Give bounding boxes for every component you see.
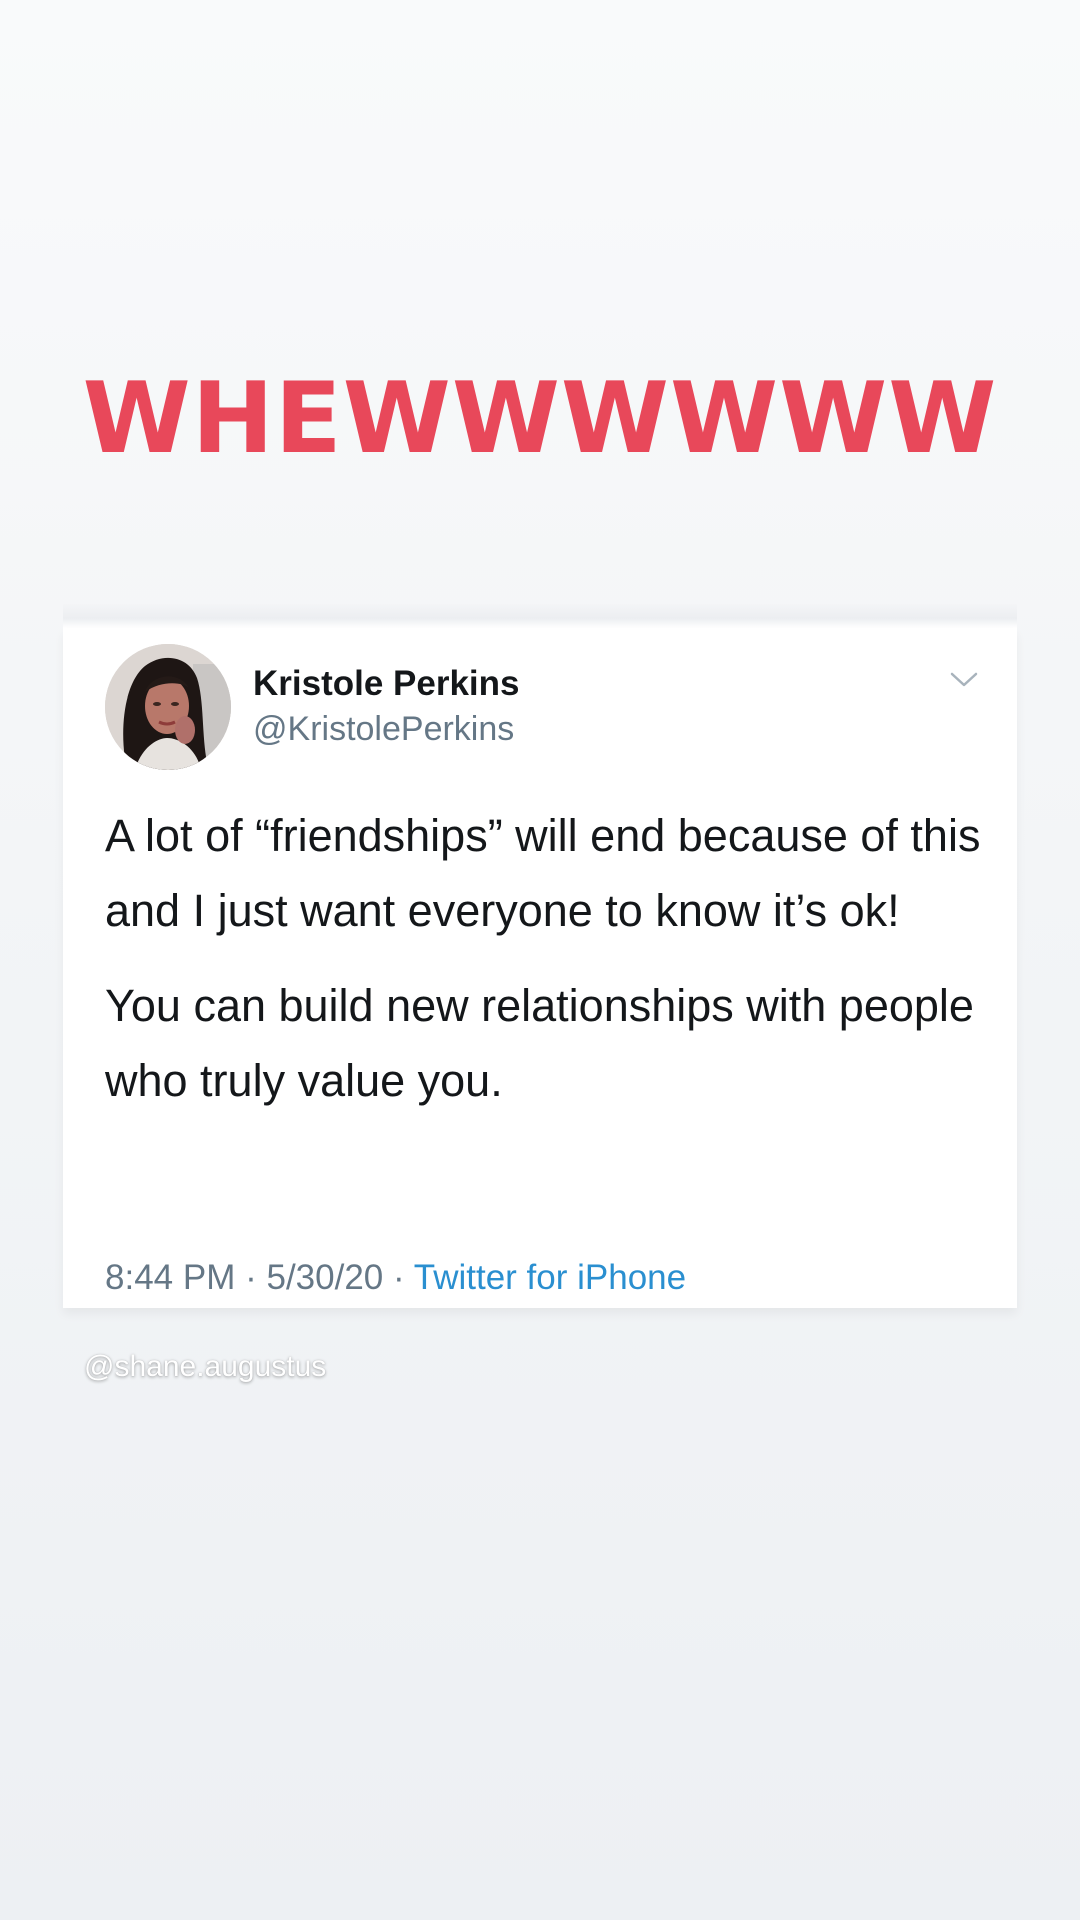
story-canvas: WHEWWWWWW Kristole Perkins @KristolePerk… bbox=[0, 0, 1080, 1920]
tweet-source-link[interactable]: Twitter for iPhone bbox=[414, 1258, 686, 1297]
user-handle[interactable]: @KristolePerkins bbox=[253, 710, 514, 749]
tweet-date[interactable]: 5/30/20 bbox=[266, 1258, 383, 1297]
user-display-name[interactable]: Kristole Perkins bbox=[253, 664, 520, 704]
meta-separator: · bbox=[393, 1258, 405, 1297]
tweet-paragraph: You can build new relationships with peo… bbox=[105, 980, 974, 1106]
avatar[interactable] bbox=[105, 644, 231, 770]
watermark: @shane.augustus bbox=[84, 1350, 327, 1383]
chevron-down-icon[interactable] bbox=[949, 670, 979, 690]
tweet-body: A lot of “friendships” will end because … bbox=[105, 798, 985, 1138]
tweet-time[interactable]: 8:44 PM bbox=[105, 1258, 235, 1297]
tweet-card-edge bbox=[63, 604, 1017, 628]
avatar-image bbox=[105, 644, 231, 770]
tweet-paragraph: A lot of “friendships” will end because … bbox=[105, 810, 981, 936]
tweet-card: Kristole Perkins @KristolePerkins A lot … bbox=[63, 628, 1017, 1308]
story-headline: WHEWWWWWW bbox=[82, 362, 998, 476]
meta-separator: · bbox=[245, 1258, 257, 1297]
tweet-metadata: 8:44 PM · 5/30/20 · Twitter for iPhone bbox=[105, 1258, 686, 1298]
